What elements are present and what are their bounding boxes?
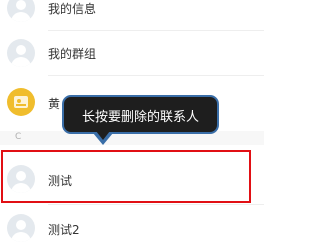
- person-icon: [7, 0, 35, 22]
- list-item-label: 我的信息: [48, 2, 97, 16]
- list-item-label: 黄: [48, 97, 61, 111]
- list-item-my-info[interactable]: 我的信息: [0, 0, 264, 30]
- list-item-label: 我的群组: [48, 47, 97, 61]
- person-icon: [7, 39, 35, 67]
- contact-card-icon: [7, 88, 35, 116]
- person-icon: [7, 214, 35, 242]
- list-item-label: 测试2: [48, 223, 80, 237]
- tooltip-pointer-fill: [96, 131, 110, 140]
- list-item-contact-test2[interactable]: 测试2: [0, 206, 264, 242]
- list-item-my-groups[interactable]: 我的群组: [0, 31, 264, 75]
- divider: [48, 204, 264, 205]
- highlight-frame: [1, 150, 251, 203]
- section-letter: C: [15, 132, 22, 142]
- divider: [48, 75, 264, 76]
- contacts-screen: 我的信息 我的群组 黄 C 测试 测试2 长按要删除的联系人: [0, 0, 264, 242]
- tooltip-text: 长按要删除的联系人: [81, 110, 199, 125]
- tooltip-callout: 长按要删除的联系人: [62, 95, 219, 134]
